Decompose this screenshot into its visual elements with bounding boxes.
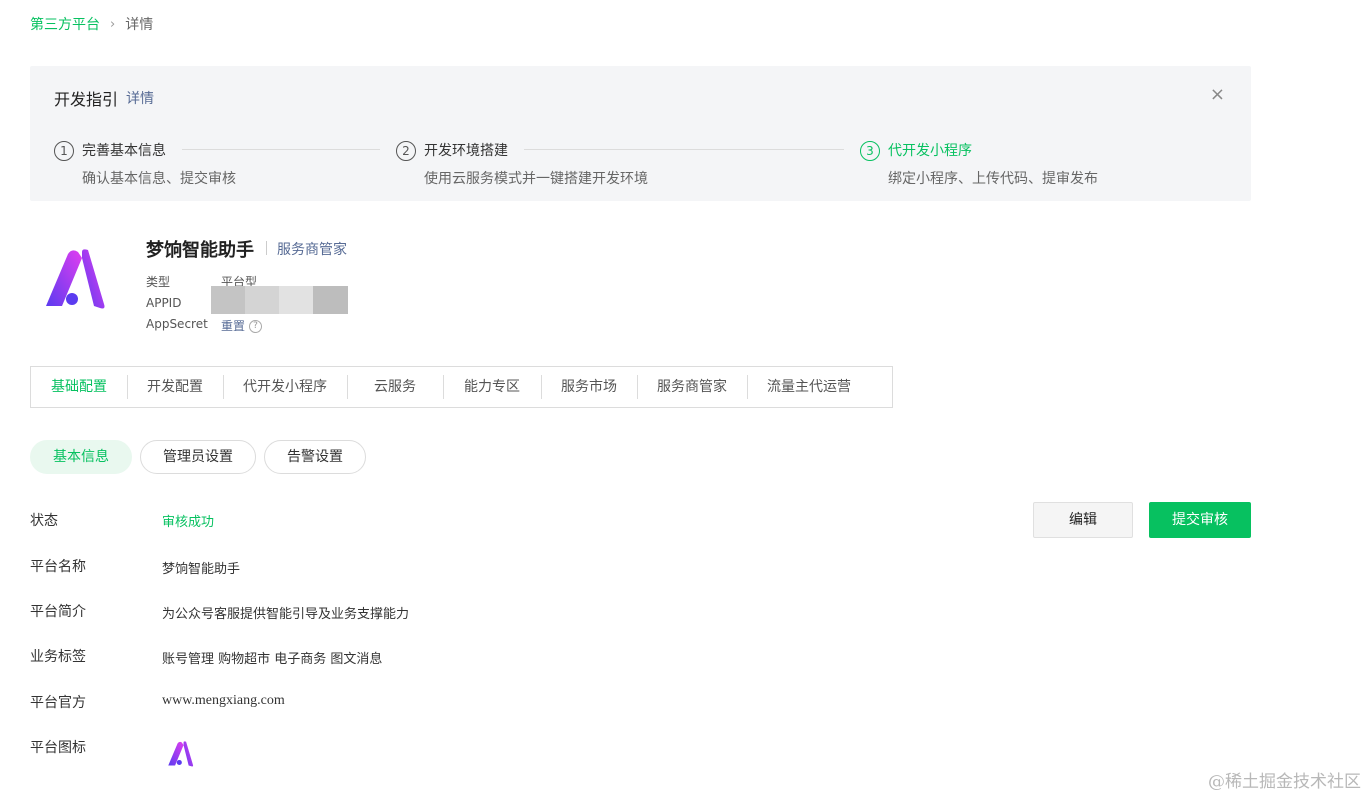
tab-cloud-service[interactable]: 云服务 (347, 375, 443, 399)
tab-dev-config[interactable]: 开发配置 (127, 375, 223, 399)
status-badge: 审核成功 (162, 515, 215, 530)
tab-traffic-ops[interactable]: 流量主代运营 (747, 375, 871, 399)
step-title: 开发环境搭建 (424, 143, 508, 159)
step-number: 1 (54, 141, 74, 161)
watermark: @稀土掘金技术社区 (1208, 772, 1361, 792)
sub-tabs: 基本信息 管理员设置 告警设置 (30, 440, 366, 474)
tab-capabilities[interactable]: 能力专区 (443, 375, 541, 399)
step-connector (182, 149, 380, 150)
edit-button[interactable]: 编辑 (1033, 502, 1133, 538)
step-desc: 绑定小程序、上传代码、提审发布 (888, 171, 1098, 187)
step-desc: 确认基本信息、提交审核 (82, 171, 236, 187)
appid-label: APPID (146, 296, 182, 310)
platform-icon-label: 平台图标 (30, 740, 86, 756)
platform-icon-image (168, 741, 194, 767)
step-title: 代开发小程序 (888, 143, 972, 159)
platform-name-value: 梦饷智能助手 (162, 562, 241, 577)
help-icon[interactable]: ? (249, 320, 263, 333)
step-connector (524, 149, 844, 150)
close-icon[interactable]: × (1210, 84, 1225, 105)
guide-detail-link[interactable]: 详情 (126, 88, 154, 108)
tab-service-butler[interactable]: 服务商管家 (637, 375, 747, 399)
appsecret-value: 重置? (221, 317, 263, 334)
submit-review-button[interactable]: 提交审核 (1149, 502, 1251, 538)
breadcrumb-current: 详情 (125, 17, 154, 33)
official-site-label: 平台官方 (30, 695, 86, 711)
chevron-right-icon: › (110, 16, 116, 32)
platform-intro-value: 为公众号客服提供智能引导及业务支撑能力 (162, 607, 410, 622)
platform-intro-label: 平台简介 (30, 604, 86, 620)
app-logo (46, 249, 105, 309)
dev-guide-panel: 开发指引 详情 × 1 完善基本信息 确认基本信息、提交审核 2 开发环境搭建 … (30, 66, 1251, 201)
step-number: 3 (860, 141, 880, 161)
status-label: 状态 (30, 513, 58, 529)
breadcrumb: 第三方平台 › 详情 (30, 14, 153, 34)
platform-name-label: 平台名称 (30, 559, 86, 575)
main-tabs: 基础配置 开发配置 代开发小程序 云服务 能力专区 服务市场 服务商管家 流量主… (30, 366, 893, 408)
tab-miniprogram-dev[interactable]: 代开发小程序 (223, 375, 347, 399)
type-label: 类型 (146, 275, 171, 289)
step-desc: 使用云服务模式并一键搭建开发环境 (424, 171, 648, 187)
tab-basic-config[interactable]: 基础配置 (31, 377, 127, 397)
step-title: 完善基本信息 (82, 143, 166, 159)
app-role-link[interactable]: 服务商管家 (277, 239, 347, 259)
app-name: 梦饷智能助手 (146, 240, 254, 261)
guide-title: 开发指引 (54, 90, 119, 109)
business-tags-value: 账号管理 购物超市 电子商务 图文消息 (162, 652, 383, 667)
step-number: 2 (396, 141, 416, 161)
appsecret-label: AppSecret (146, 317, 208, 331)
subtab-admin-settings[interactable]: 管理员设置 (140, 440, 256, 474)
tab-service-market[interactable]: 服务市场 (541, 375, 637, 399)
appid-redacted (211, 286, 348, 314)
reset-secret-link[interactable]: 重置 (221, 319, 245, 333)
subtab-alert-settings[interactable]: 告警设置 (264, 440, 366, 474)
subtab-basic-info[interactable]: 基本信息 (30, 440, 132, 474)
divider (266, 241, 267, 255)
breadcrumb-parent-link[interactable]: 第三方平台 (30, 14, 100, 34)
business-tags-label: 业务标签 (30, 649, 86, 665)
official-site-value: www.mengxiang.com (162, 693, 285, 708)
